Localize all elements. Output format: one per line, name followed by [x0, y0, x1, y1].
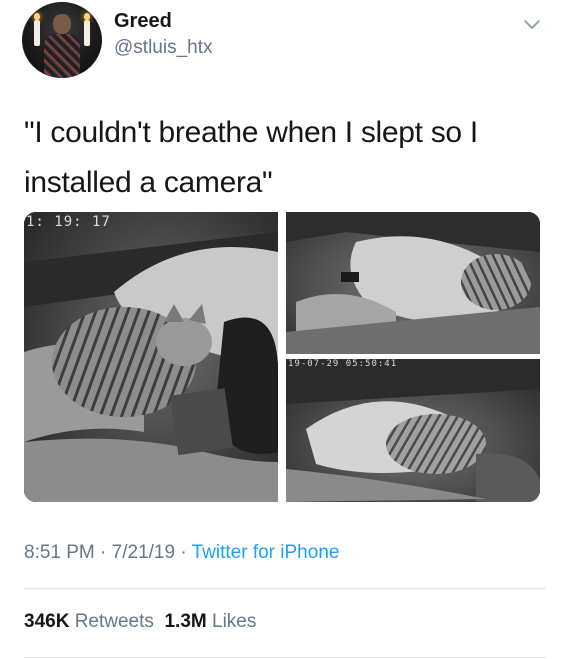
likes-label: Likes [212, 611, 257, 632]
retweets-count: 346K [24, 611, 70, 632]
media-photo-3[interactable]: 19-07-29 05:50:41 [286, 359, 540, 502]
divider [24, 588, 546, 589]
camera-timestamp: 19-07-29 05:50:41 [288, 359, 398, 369]
tweet-text-line2: installed a camera" [24, 166, 273, 199]
meta-separator: · [175, 542, 192, 563]
meta-separator: · [94, 542, 112, 563]
night-camera-image-2 [286, 212, 540, 354]
tweet-text-line1: "I couldn't breathe when I slept so I [24, 116, 478, 149]
chevron-down-icon[interactable] [522, 14, 542, 34]
divider [24, 657, 546, 658]
avatar[interactable] [22, 2, 102, 78]
user-handle[interactable]: @stluis_htx [114, 37, 213, 59]
tweet-source-link[interactable]: Twitter for iPhone [192, 542, 340, 563]
tweet-date[interactable]: 7/21/19 [112, 542, 175, 563]
retweets-stat[interactable]: 346K Retweets [24, 611, 154, 632]
display-name[interactable]: Greed [114, 10, 172, 33]
media-photo-1[interactable]: 1: 19: 17 [24, 212, 278, 502]
tweet-text: "I couldn't breathe when I slept so I in… [24, 108, 544, 208]
avatar-head [53, 14, 71, 34]
avatar-shirt [44, 34, 80, 78]
night-camera-image-3 [286, 359, 540, 502]
tweet-stats: 346K Retweets 1.3M Likes [24, 611, 256, 633]
night-camera-image-1 [24, 212, 278, 502]
likes-count: 1.3M [164, 611, 207, 632]
camera-timestamp: 1: 19: 17 [26, 214, 111, 230]
candle-right [84, 13, 90, 46]
tweet-time: 8:51 PM [24, 542, 95, 563]
retweets-label: Retweets [74, 611, 154, 632]
candle-left [34, 13, 40, 46]
media-photo-2[interactable] [286, 212, 540, 354]
likes-stat[interactable]: 1.3M Likes [164, 611, 256, 632]
tweet-meta: 8:51 PM · 7/21/19 · Twitter for iPhone [24, 542, 339, 564]
